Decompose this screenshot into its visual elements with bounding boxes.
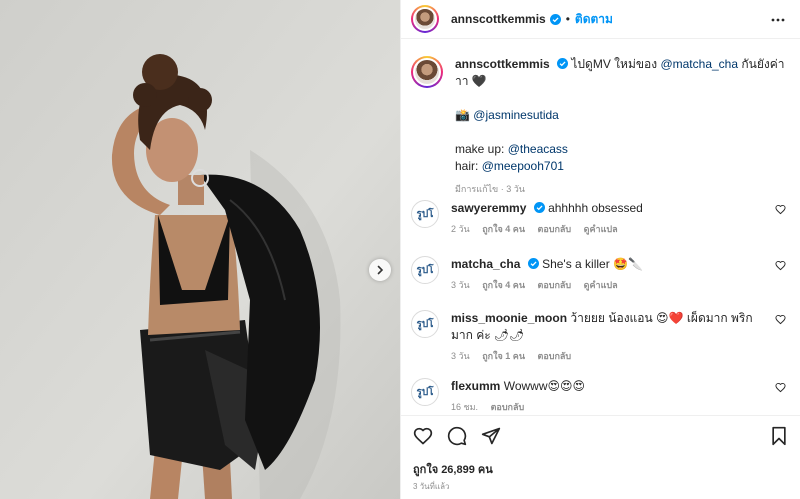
instagram-post: annscottkemmis • ติดตาม annscottkemmis ไ… xyxy=(0,0,800,499)
comment-username[interactable]: sawyeremmy xyxy=(451,201,526,215)
follow-button[interactable]: ติดตาม xyxy=(575,10,613,29)
comment-item: รูปโ miss_moonie_moon ว้ายยย น้องแอน 😍❤️… xyxy=(411,310,796,365)
caption-username[interactable]: annscottkemmis xyxy=(455,57,550,71)
heart-icon[interactable] xyxy=(775,314,786,325)
verified-icon xyxy=(527,258,539,269)
author-avatar[interactable] xyxy=(411,5,439,33)
makeup-label: make up: xyxy=(455,142,508,156)
post-photo xyxy=(0,0,400,499)
verified-icon xyxy=(557,58,569,69)
heart-icon[interactable] xyxy=(413,426,433,446)
post-actions: ถูกใจ 26,899 คน 3 วันที่แล้ว xyxy=(401,415,800,499)
comment-item: รูปโ flexumm Wowww😍😍😍 16 ชม. ตอบกลับ xyxy=(411,378,796,415)
verified-icon xyxy=(533,202,545,213)
comments-scroll[interactable]: annscottkemmis ไปดูMV ใหม่ของ @matcha_ch… xyxy=(401,40,800,415)
caption-meta: มีการแก้ไข · 3 วัน xyxy=(455,184,525,194)
hair-link[interactable]: @meepooh701 xyxy=(482,159,564,173)
reply-button[interactable]: ตอบกลับ xyxy=(491,402,525,412)
comment-likes[interactable]: ถูกใจ 1 คน xyxy=(482,351,525,361)
reply-button[interactable]: ตอบกลับ xyxy=(538,224,572,234)
more-icon[interactable] xyxy=(771,13,785,27)
next-photo-button[interactable] xyxy=(369,259,391,281)
author-username[interactable]: annscottkemmis xyxy=(451,12,546,26)
comment-text: ahhhhh obsessed xyxy=(548,201,643,215)
post-time: 3 วันที่แล้ว xyxy=(413,482,450,491)
like-count[interactable]: ถูกใจ 26,899 คน xyxy=(413,460,493,478)
comment-time: 3 วัน xyxy=(451,280,470,290)
comment-time: 3 วัน xyxy=(451,351,470,361)
comment-avatar[interactable]: รูปโ xyxy=(411,310,439,338)
heart-icon[interactable] xyxy=(775,204,786,215)
comment-likes[interactable]: ถูกใจ 4 คน xyxy=(482,224,525,234)
comment-username[interactable]: matcha_cha xyxy=(451,257,520,271)
heart-icon[interactable] xyxy=(775,260,786,271)
bookmark-icon[interactable] xyxy=(769,426,789,446)
heart-icon[interactable] xyxy=(775,382,786,393)
comment-item: รูปโ matcha_cha She's a killer 🤩🔪 3 วัน … xyxy=(411,256,796,294)
comment-item: รูปโ sawyeremmy ahhhhh obsessed 2 วัน ถู… xyxy=(411,200,796,238)
comment-text: She's a killer 🤩🔪 xyxy=(542,257,643,271)
comment-likes[interactable]: ถูกใจ 4 คน xyxy=(482,280,525,290)
post-caption: annscottkemmis ไปดูMV ใหม่ของ @matcha_ch… xyxy=(411,56,791,198)
comment-avatar[interactable]: รูปโ xyxy=(411,200,439,228)
translate-button[interactable]: ดูคำแปล xyxy=(584,224,618,234)
reply-button[interactable]: ตอบกลับ xyxy=(538,351,572,361)
comment-icon[interactable] xyxy=(447,426,467,446)
verified-icon xyxy=(549,13,561,25)
comment-avatar[interactable]: รูปโ xyxy=(411,256,439,284)
translate-button[interactable]: ดูคำแปล xyxy=(584,280,618,290)
hair-label: hair: xyxy=(455,159,482,173)
makeup-link[interactable]: @theacass xyxy=(508,142,568,156)
caption-text: ไปดูMV ใหม่ของ xyxy=(571,57,661,71)
share-icon[interactable] xyxy=(481,426,501,446)
caption-avatar[interactable] xyxy=(411,56,443,88)
separator-dot: • xyxy=(565,12,570,26)
comment-username[interactable]: miss_moonie_moon xyxy=(451,311,567,325)
photo-credit-link[interactable]: @jasminesutida xyxy=(473,108,559,122)
comment-text: Wowww😍😍😍 xyxy=(503,379,586,393)
post-panel: annscottkemmis • ติดตาม annscottkemmis ไ… xyxy=(400,0,800,499)
comment-avatar[interactable]: รูปโ xyxy=(411,378,439,406)
post-header: annscottkemmis • ติดตาม xyxy=(401,0,800,39)
post-media[interactable] xyxy=(0,0,400,499)
comment-time: 16 ชม. xyxy=(451,402,479,412)
caption-heart-emoji: 🖤 xyxy=(471,74,487,88)
mention-link[interactable]: @matcha_cha xyxy=(660,57,738,71)
chevron-right-icon xyxy=(377,265,384,275)
camera-emoji: 📸 xyxy=(455,108,470,122)
comment-time: 2 วัน xyxy=(451,224,470,234)
reply-button[interactable]: ตอบกลับ xyxy=(538,280,572,290)
comment-username[interactable]: flexumm xyxy=(451,379,500,393)
